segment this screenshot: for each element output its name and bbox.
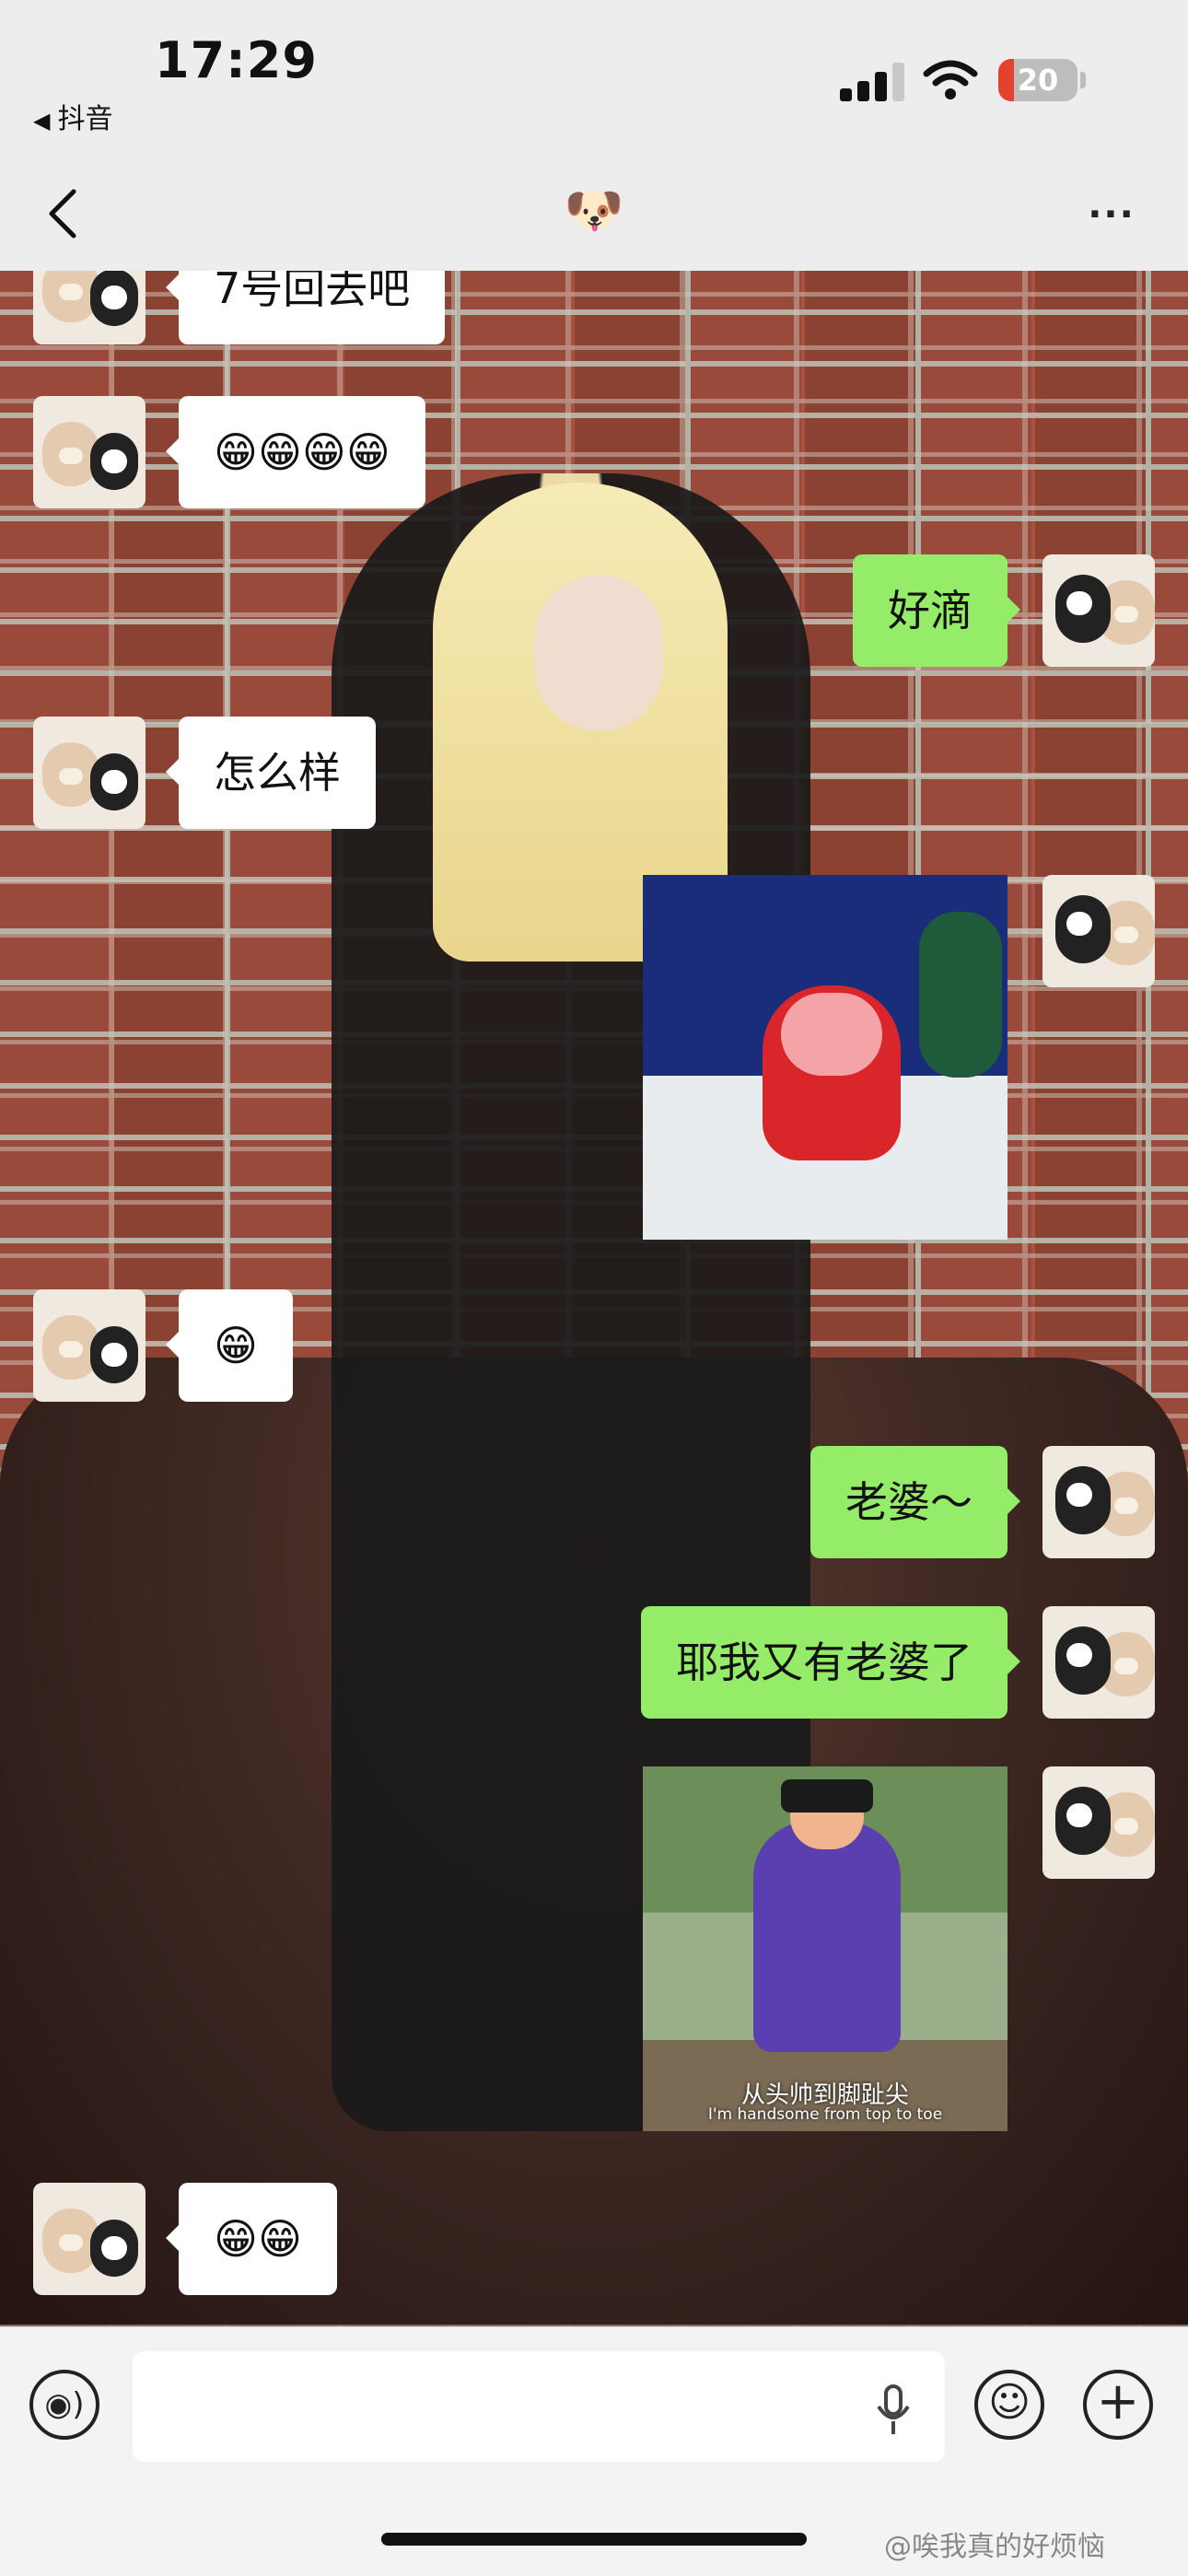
wallpaper-face — [534, 575, 663, 731]
contact-avatar[interactable] — [33, 1289, 146, 1402]
sent-message-bubble[interactable]: 好滴 — [853, 554, 1020, 667]
battery-icon: 20 — [998, 59, 1087, 101]
clock: 17:29 — [155, 31, 318, 89]
my-avatar[interactable] — [1042, 554, 1155, 667]
received-message-bubble[interactable]: 7号回去吧 — [165, 271, 446, 344]
battery-level: 20 — [1017, 63, 1059, 98]
wifi-icon — [923, 60, 978, 99]
chat-header: 🐶 ··· — [0, 157, 1188, 271]
my-avatar[interactable] — [1042, 1766, 1155, 1879]
my-avatar[interactable] — [1042, 1606, 1155, 1719]
received-message-bubble[interactable]: 怎么样 — [166, 717, 376, 829]
plus-icon[interactable]: + — [1083, 2370, 1153, 2440]
emoji-icon[interactable]: ☺ — [974, 2370, 1044, 2440]
microphone-icon[interactable] — [875, 2384, 912, 2436]
received-message-bubble[interactable]: 😁😁😁😁 — [166, 396, 425, 508]
contact-name-emoji: 🐶 — [564, 183, 624, 239]
sent-message-bubble[interactable]: 耶我又有老婆了 — [641, 1606, 1020, 1719]
status-bar: 17:29 ◀ 抖音 20 — [0, 0, 1188, 157]
hero-figure — [753, 1785, 901, 2052]
my-avatar[interactable] — [1042, 875, 1155, 987]
back-app-label: 抖音 — [57, 103, 113, 135]
contact-avatar[interactable] — [33, 717, 146, 829]
sent-message-bubble[interactable]: 老婆～ — [810, 1446, 1020, 1558]
tree-shape — [919, 912, 1002, 1078]
hero-hat — [781, 1779, 873, 1813]
pig-with-rose-sticker[interactable] — [643, 875, 1007, 1240]
masked-hero-sticker[interactable]: 从头帅到脚趾尖 I'm handsome from top to toe — [643, 1766, 1007, 2131]
back-to-app-link[interactable]: ◀ 抖音 — [33, 96, 112, 136]
contact-avatar[interactable] — [33, 271, 146, 344]
back-triangle-icon: ◀ — [33, 108, 51, 134]
home-indicator[interactable] — [381, 2533, 807, 2546]
pig-face — [781, 993, 882, 1076]
my-avatar[interactable] — [1042, 1446, 1155, 1558]
message-input[interactable] — [133, 2351, 945, 2462]
received-message-bubble[interactable]: 😁 — [166, 1289, 293, 1402]
contact-avatar[interactable] — [33, 2183, 146, 2295]
cellular-signal-icon — [840, 63, 906, 101]
received-message-bubble[interactable]: 😁😁 — [166, 2183, 337, 2295]
more-dots-icon[interactable]: ··· — [1079, 193, 1144, 236]
chat-message-list[interactable]: 7号回去吧 😁😁😁😁 好滴 怎么样 😁 老婆～ 耶我又有老婆了 从头帅到脚趾尖 … — [0, 271, 1188, 2326]
contact-avatar[interactable] — [33, 396, 146, 508]
voice-toggle-icon[interactable]: ◉) — [29, 2370, 99, 2440]
watermark: @唉我真的好烦恼 — [884, 2531, 1105, 2563]
chevron-left-icon[interactable] — [37, 184, 92, 243]
sticker-caption-en: I'm handsome from top to toe — [707, 2105, 943, 2124]
